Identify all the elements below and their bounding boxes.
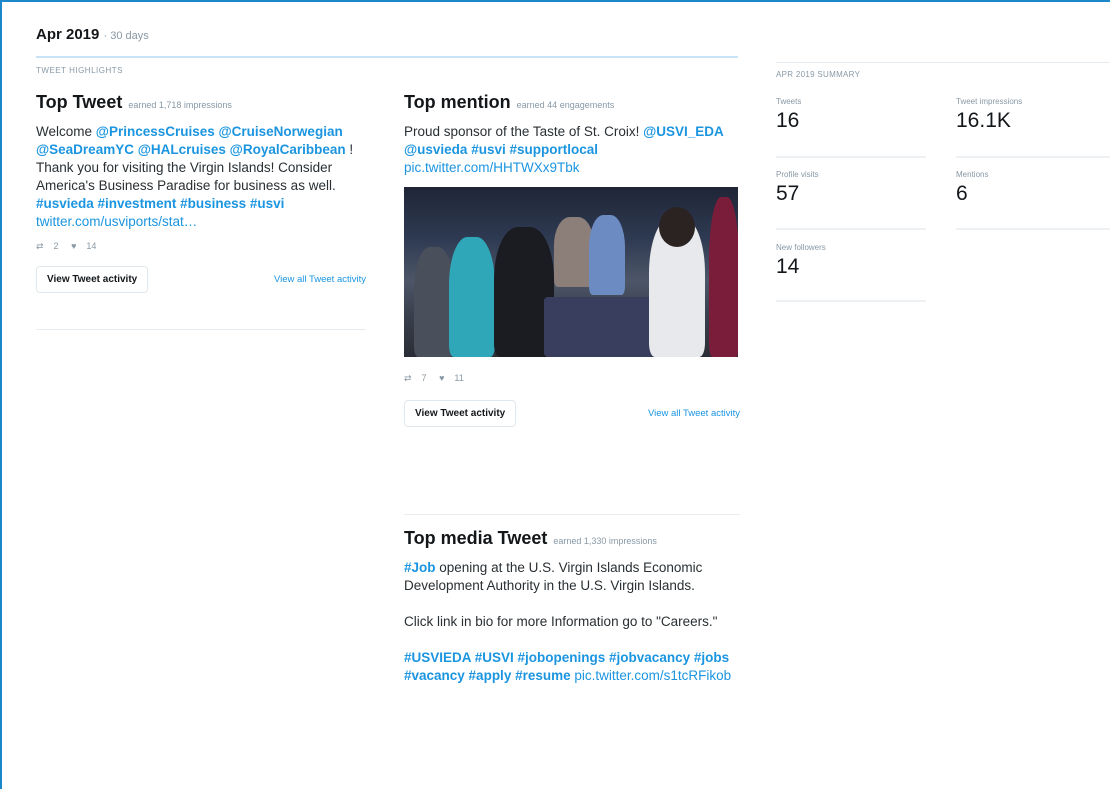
top-tweet-earned: earned 1,718 impressions: [128, 100, 232, 110]
stat-label: New followers: [776, 243, 826, 252]
top-tweet-heading: Top Tweet: [36, 92, 123, 112]
photo-figure: [589, 215, 625, 295]
stat-divider: [956, 156, 1110, 158]
top-mention-actions: View Tweet activity View all Tweet activ…: [404, 400, 740, 427]
top-tweet-actions: View Tweet activity View all Tweet activ…: [36, 266, 366, 293]
top-media-paragraph-3: #USVIEDA #USVI #jobopenings #jobvacancy …: [404, 649, 740, 685]
top-tweet-title: Top Tweet earned 1,718 impressions: [36, 92, 366, 113]
top-media-card: Top media Tweet earned 1,330 impressions …: [404, 528, 740, 685]
top-media-paragraph-2: Click link in bio for more Information g…: [404, 613, 740, 631]
top-media-heading: Top media Tweet: [404, 528, 548, 548]
top-media-text: #Job opening at the U.S. Virgin Islands …: [404, 559, 740, 685]
tweet-url-link[interactable]: pic.twitter.com/s1tcRFikob: [571, 668, 731, 683]
photo-figure: [414, 247, 454, 357]
summary-rule: [776, 62, 1110, 63]
top-mention-meta: ⇄ 7 ♥ 11: [404, 373, 740, 384]
top-tweet-card: Top Tweet earned 1,718 impressions Welcom…: [36, 92, 366, 330]
top-tweet-divider: [36, 329, 366, 330]
retweet-icon: ⇄: [404, 373, 412, 383]
tweet-mention-link[interactable]: #Job: [404, 560, 436, 575]
top-tweet-retweets: 2: [53, 241, 59, 251]
top-media-title: Top media Tweet earned 1,330 impressions: [404, 528, 740, 549]
period-title: Apr 2019: [36, 26, 100, 43]
view-all-tweet-activity-link[interactable]: View all Tweet activity: [274, 274, 366, 285]
stat-divider: [956, 228, 1110, 230]
highlights-rule: [36, 56, 738, 58]
tweet-text-segment: Proud sponsor of the Taste of St. Croix!: [404, 124, 644, 139]
stat-value: 16: [776, 109, 800, 132]
photo-figure: [449, 237, 495, 357]
tweet-text-segment: Welcome: [36, 124, 96, 139]
top-mention-text: Proud sponsor of the Taste of St. Croix!…: [404, 123, 740, 177]
stat-divider: [776, 228, 926, 230]
top-media-paragraph-1: #Job opening at the U.S. Virgin Islands …: [404, 559, 740, 595]
top-mention-title: Top mention earned 44 engagements: [404, 92, 740, 113]
stat-profile-visits: Profile visits 57: [776, 170, 819, 206]
stat-label: Tweets: [776, 97, 802, 106]
heart-icon: ♥: [439, 373, 445, 383]
stat-label: Mentions: [956, 170, 989, 179]
tweet-text-segment: Click link in bio for more Information g…: [404, 614, 718, 629]
view-tweet-activity-button[interactable]: View Tweet activity: [36, 266, 149, 293]
stat-mentions: Mentions 6: [956, 170, 988, 206]
heart-icon: ♥: [71, 241, 77, 251]
tweet-url-link[interactable]: pic.twitter.com/HHTWXx9Tbk: [404, 160, 580, 175]
highlights-label: TWEET HIGHLIGHTS: [36, 66, 123, 75]
tweet-text-segment: opening at the U.S. Virgin Islands Econo…: [404, 560, 703, 593]
stat-value: 14: [776, 255, 800, 278]
stat-divider: [776, 156, 926, 158]
stat-value: 57: [776, 182, 800, 205]
top-tweet-meta: ⇄ 2 ♥ 14: [36, 241, 366, 252]
top-mention-divider: [404, 514, 740, 515]
stat-tweets: Tweets 16: [776, 97, 801, 133]
top-mention-retweets: 7: [421, 373, 427, 383]
photo-figure: [554, 217, 594, 287]
photo-figure: [709, 197, 738, 357]
stat-label: Tweet impressions: [956, 97, 1023, 106]
retweet-icon: ⇄: [36, 241, 44, 251]
top-media-earned: earned 1,330 impressions: [553, 536, 657, 546]
stat-new-followers: New followers 14: [776, 243, 826, 279]
view-all-tweet-activity-link[interactable]: View all Tweet activity: [648, 408, 740, 419]
top-mention-heading: Top mention: [404, 92, 511, 112]
view-tweet-activity-button[interactable]: View Tweet activity: [404, 400, 517, 427]
top-mention-earned: earned 44 engagements: [516, 100, 615, 110]
tweet-mention-link[interactable]: #usvieda #investment #business #usvi: [36, 196, 284, 211]
stat-divider: [776, 300, 926, 302]
top-mention-likes: 11: [454, 373, 464, 383]
stat-tweet-impressions: Tweet impressions 16.1K: [956, 97, 1022, 133]
period-days: · 30 days: [103, 30, 149, 42]
top-tweet-text: Welcome @PrincessCruises @CruiseNorwegia…: [36, 123, 366, 231]
photo-table: [544, 297, 654, 357]
top-mention-card: Top mention earned 44 engagements Proud s…: [404, 92, 740, 427]
tweet-url-link[interactable]: twitter.com/usviports/stat…: [36, 214, 197, 229]
summary-label: APR 2019 SUMMARY: [776, 70, 861, 79]
period-header: Apr 2019 · 30 days: [36, 26, 149, 43]
photo-figure: [659, 207, 695, 247]
top-tweet-likes: 14: [86, 241, 97, 251]
stat-label: Profile visits: [776, 170, 819, 179]
top-mention-photo[interactable]: [404, 187, 738, 357]
stat-value: 6: [956, 182, 968, 205]
stat-value: 16.1K: [956, 109, 1011, 132]
